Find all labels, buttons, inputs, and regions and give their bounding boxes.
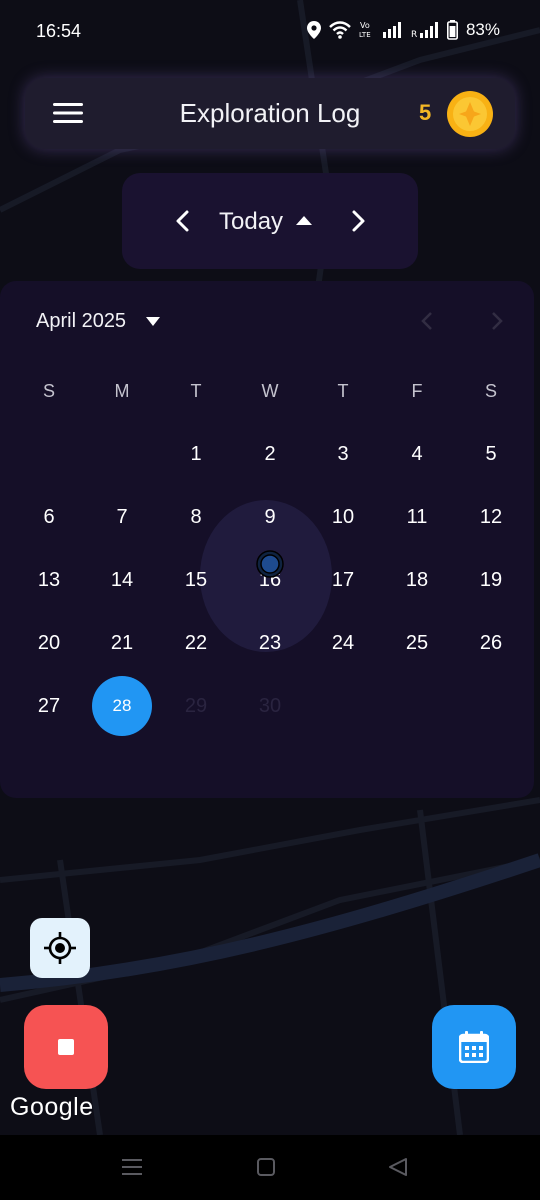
home-icon[interactable]	[256, 1157, 276, 1177]
calendar-day[interactable]: 22	[174, 628, 218, 658]
calendar-day[interactable]: 2	[248, 439, 292, 469]
calendar-day[interactable]: 18	[395, 565, 439, 595]
calendar-day[interactable]: 12	[469, 502, 513, 532]
calendar-day[interactable]: 17	[321, 565, 365, 595]
google-logo: Google	[10, 1093, 94, 1121]
caret-down-icon[interactable]	[146, 317, 160, 326]
status-time: 16:54	[36, 21, 82, 41]
volte-icon: Vo LTE	[359, 21, 371, 39]
calendar-day[interactable]: 23	[248, 628, 292, 658]
recenter-button[interactable]	[30, 918, 90, 978]
location-dot-icon	[256, 550, 284, 578]
status-bar: 16:54 Vo LTE R 83%	[0, 0, 540, 62]
calendar-picker: April 2025 S M T W T F S 1 2 3 4 5 6 7 8 9 10 11 12 13 14 15 1…	[0, 281, 534, 798]
recent-apps-icon[interactable]	[122, 1157, 142, 1177]
calendar-day[interactable]: 8	[174, 502, 218, 532]
calendar-day[interactable]: 6	[27, 502, 71, 532]
wifi-icon	[329, 21, 351, 39]
weekday-label: T	[337, 381, 349, 401]
calendar-day-disabled: 30	[258, 695, 282, 717]
calendar-day[interactable]: 25	[395, 628, 439, 658]
system-nav-bar	[0, 1135, 540, 1200]
chevron-right-icon[interactable]	[347, 209, 369, 233]
calendar-day[interactable]: 19	[469, 565, 513, 595]
svg-text:R: R	[411, 30, 417, 38]
calendar-icon	[459, 1031, 489, 1063]
date-navigator: Today	[122, 173, 418, 269]
calendar-day[interactable]: 1	[174, 439, 218, 469]
month-label[interactable]: April 2025	[36, 310, 126, 333]
calendar-day[interactable]: 14	[100, 565, 144, 595]
stop-recording-button[interactable]	[24, 1005, 108, 1089]
calendar-day[interactable]: 24	[321, 628, 365, 658]
calendar-day[interactable]: 4	[395, 439, 439, 469]
calendar-day[interactable]: 21	[100, 628, 144, 658]
signal-icon	[382, 22, 401, 38]
coin-count: 5	[419, 100, 432, 125]
weekday-label: F	[411, 381, 423, 401]
next-month-icon	[492, 312, 503, 330]
weekday-label: M	[114, 381, 130, 401]
calendar-day[interactable]: 3	[321, 439, 365, 469]
weekday-label: S	[484, 381, 497, 401]
svg-text:Vo: Vo	[360, 21, 370, 30]
app-header: Exploration Log 5	[25, 78, 515, 149]
calendar-day[interactable]: 10	[321, 502, 365, 532]
back-icon[interactable]	[388, 1157, 408, 1177]
coin-icon[interactable]	[447, 91, 493, 137]
chevron-left-icon[interactable]	[172, 209, 194, 233]
calendar-day[interactable]: 11	[395, 502, 439, 532]
calendar-day[interactable]: 5	[469, 439, 513, 469]
calendar-day-selected[interactable]: 28	[92, 676, 152, 736]
calendar-day[interactable]: 13	[27, 565, 71, 595]
weekday-label: T	[190, 381, 202, 401]
calendar-day[interactable]: 26	[469, 628, 513, 658]
crosshair-icon	[44, 932, 76, 964]
calendar-day[interactable]: 9	[248, 502, 292, 532]
calendar-day-disabled: 29	[184, 695, 208, 717]
calendar-button[interactable]	[432, 1005, 516, 1089]
weekday-label: S	[42, 381, 55, 401]
weekday-label: W	[261, 381, 279, 401]
stop-icon	[58, 1039, 74, 1055]
svg-text:LTE: LTE	[359, 31, 371, 39]
calendar-day[interactable]: 27	[27, 691, 71, 721]
location-pin-icon	[306, 21, 321, 39]
date-label[interactable]: Today	[219, 208, 283, 236]
calendar-day[interactable]: 7	[100, 502, 144, 532]
page-title: Exploration Log	[179, 98, 361, 128]
calendar-day[interactable]: 20	[27, 628, 71, 658]
previous-month-icon	[421, 312, 432, 330]
roaming-signal-icon: R	[411, 22, 438, 38]
battery-icon	[446, 20, 458, 40]
calendar-day[interactable]: 15	[174, 565, 218, 595]
status-icons: Vo LTE R 83%	[306, 20, 500, 40]
battery-percent: 83%	[465, 20, 500, 39]
caret-up-icon[interactable]	[296, 215, 312, 225]
